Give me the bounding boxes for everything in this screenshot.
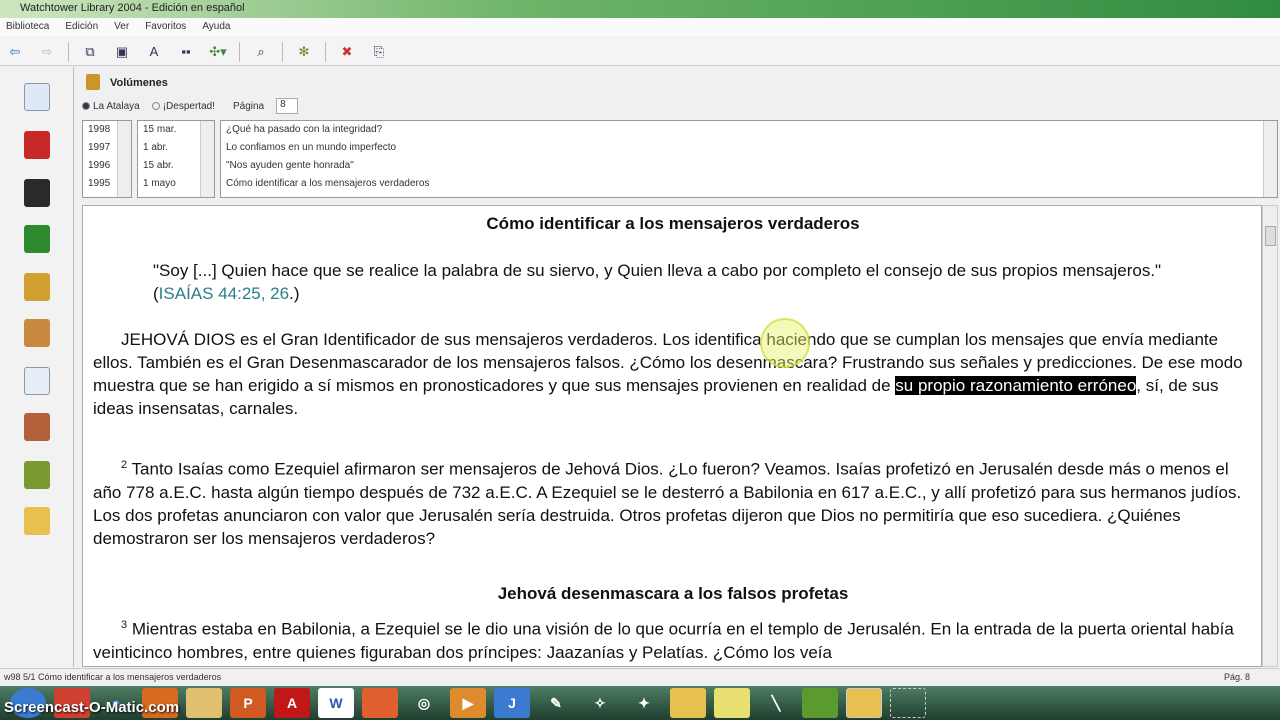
index-icon[interactable]	[24, 413, 50, 441]
scrollbar[interactable]	[117, 121, 131, 197]
volumes-icon[interactable]	[24, 319, 50, 347]
page-label: Página	[232, 100, 265, 112]
status-text: w98 5/1 Cómo identificar a los mensajero…	[4, 672, 222, 682]
search-icon[interactable]: ⌕	[250, 42, 272, 62]
volumes-header: Volúmenes	[110, 77, 168, 89]
taskbar: e P A W ◎ ▶ J ✎ ✧ ✦ ╲	[0, 686, 1280, 720]
recorder-icon[interactable]	[890, 688, 926, 718]
media-icon[interactable]: ◎	[406, 688, 442, 718]
theme-quote: "Soy [...] Quien hace que se realice la …	[153, 259, 1173, 305]
copy-icon[interactable]: ⧉	[79, 42, 101, 62]
paragraph-3: 3 Mientras estaba en Babilonia, a Ezequi…	[93, 614, 1253, 664]
menu-favoritos[interactable]: Favoritos	[145, 21, 186, 36]
explorer-icon[interactable]	[186, 688, 222, 718]
acrobat-icon[interactable]: A	[274, 688, 310, 718]
article-list[interactable]: ¿Qué ha pasado con la integridad? Lo con…	[220, 120, 1278, 198]
notes-icon[interactable]	[714, 688, 750, 718]
powerpoint-icon[interactable]: P	[230, 688, 266, 718]
print-icon[interactable]: ▣	[111, 42, 133, 62]
vertical-scrollbar[interactable]	[1262, 205, 1278, 667]
article-title: Cómo identificar a los mensajeros verdad…	[486, 214, 860, 233]
find-icon[interactable]: ⎘	[368, 42, 390, 62]
green-book-icon[interactable]	[24, 225, 50, 253]
app-icon[interactable]	[362, 688, 398, 718]
article-view: Cómo identificar a los mensajeros verdad…	[82, 205, 1262, 667]
paragraph-1: JEHOVÁ DIOS es el Gran Identificador de …	[93, 328, 1253, 420]
scrollbar[interactable]	[1263, 121, 1277, 197]
yellow-book-icon[interactable]	[24, 273, 50, 301]
scrollbar[interactable]	[200, 121, 214, 197]
network-icon[interactable]: ✣▾	[207, 42, 229, 62]
subheading: Jehová desenmascara a los falsos profeta…	[497, 584, 849, 603]
back-icon[interactable]: ⇦	[4, 42, 26, 62]
list-item[interactable]: ¿Qué ha pasado con la integridad?	[221, 121, 1277, 139]
pen-icon[interactable]: ╲	[758, 688, 794, 718]
paragraph-text: Mientras estaba en Babilonia, a Ezequiel…	[93, 619, 1234, 662]
menu-edicion[interactable]: Edición	[65, 21, 98, 36]
red-book-icon[interactable]	[24, 131, 50, 159]
separator	[325, 41, 326, 62]
tools-icon[interactable]	[24, 461, 50, 489]
paragraph-2: 2 Tanto Isaías como Ezequiel afirmaron s…	[93, 454, 1253, 550]
window-title: Watchtower Library 2004 - Edición en esp…	[20, 2, 245, 14]
status-bar: w98 5/1 Cómo identificar a los mensajero…	[0, 668, 1280, 686]
remove-icon[interactable]: ✖	[336, 42, 358, 62]
list-item[interactable]: Cómo identificar a los mensajeros verdad…	[221, 175, 1277, 193]
app-icon[interactable]: ✎	[538, 688, 574, 718]
menu-biblioteca[interactable]: Biblioteca	[6, 21, 49, 36]
library-active-icon[interactable]	[846, 688, 882, 718]
paragraph-text: Tanto Isaías como Ezequiel afirmaron ser…	[93, 459, 1242, 548]
font-size-icon[interactable]: A	[143, 42, 165, 62]
app-icon[interactable]	[802, 688, 838, 718]
publication-selector: La Atalaya ¡Despertad! Página 8	[82, 98, 299, 114]
separator	[239, 41, 240, 62]
scripture-link[interactable]: ISAÍAS 44:25, 26	[159, 284, 289, 303]
separator	[68, 41, 69, 62]
list-item[interactable]: "Nos ayuden gente honrada"	[221, 157, 1277, 175]
j-app-icon[interactable]: J	[494, 688, 530, 718]
highlighted-text[interactable]: su propio razonamiento erróneo	[895, 376, 1137, 395]
title-bar: Watchtower Library 2004 - Edición en esp…	[0, 0, 1280, 18]
list-item[interactable]: Lo confiamos en un mundo imperfecto	[221, 139, 1277, 157]
menu-ver[interactable]: Ver	[114, 21, 129, 36]
page-indicator: Pág. 8	[1223, 672, 1250, 682]
radio-label: La Atalaya	[93, 100, 140, 112]
search-book-icon[interactable]	[24, 83, 50, 111]
watermark: Screencast-O-Matic.com	[4, 699, 180, 716]
folder-icon[interactable]	[24, 507, 50, 535]
radio-la-atalaya[interactable]: La Atalaya	[82, 101, 140, 112]
separator	[282, 41, 283, 62]
player-icon[interactable]: ▶	[450, 688, 486, 718]
forward-icon[interactable]: ⇨	[36, 42, 58, 62]
app-icon[interactable]: ✦	[626, 688, 662, 718]
quote-end: .)	[289, 284, 300, 303]
quote-text: "Soy [...] Quien hace que se realice la …	[153, 261, 1162, 303]
tools-icon[interactable]: ✻	[293, 42, 315, 62]
menu-ayuda[interactable]: Ayuda	[202, 21, 230, 36]
document-icon[interactable]	[24, 367, 50, 395]
radio-label: ¡Despertad!	[162, 100, 215, 112]
year-list[interactable]: 1998 1997 1996 1995	[82, 120, 132, 198]
scroll-thumb[interactable]	[1265, 226, 1276, 246]
black-book-icon[interactable]	[24, 179, 50, 207]
app-icon[interactable]: ✧	[582, 688, 618, 718]
date-list[interactable]: 15 mar. 1 abr. 15 abr. 1 mayo	[137, 120, 215, 198]
page-input[interactable]: 8	[276, 98, 299, 114]
bookmark-icon[interactable]: ▪▪	[175, 42, 197, 62]
mouse-cursor-highlight	[760, 318, 810, 368]
library-icon[interactable]	[670, 688, 706, 718]
radio-off-icon	[151, 101, 160, 110]
radio-on-icon	[82, 101, 90, 110]
word-icon[interactable]: W	[318, 688, 354, 718]
sidebar	[0, 67, 74, 667]
toolbar: ⇦ ⇨ ⧉ ▣ A ▪▪ ✣▾ ⌕ ✻ ✖ ⎘	[0, 38, 1280, 66]
menu-bar: Biblioteca Edición Ver Favoritos Ayuda	[0, 18, 1280, 36]
radio-despertad[interactable]: ¡Despertad!	[151, 100, 215, 112]
